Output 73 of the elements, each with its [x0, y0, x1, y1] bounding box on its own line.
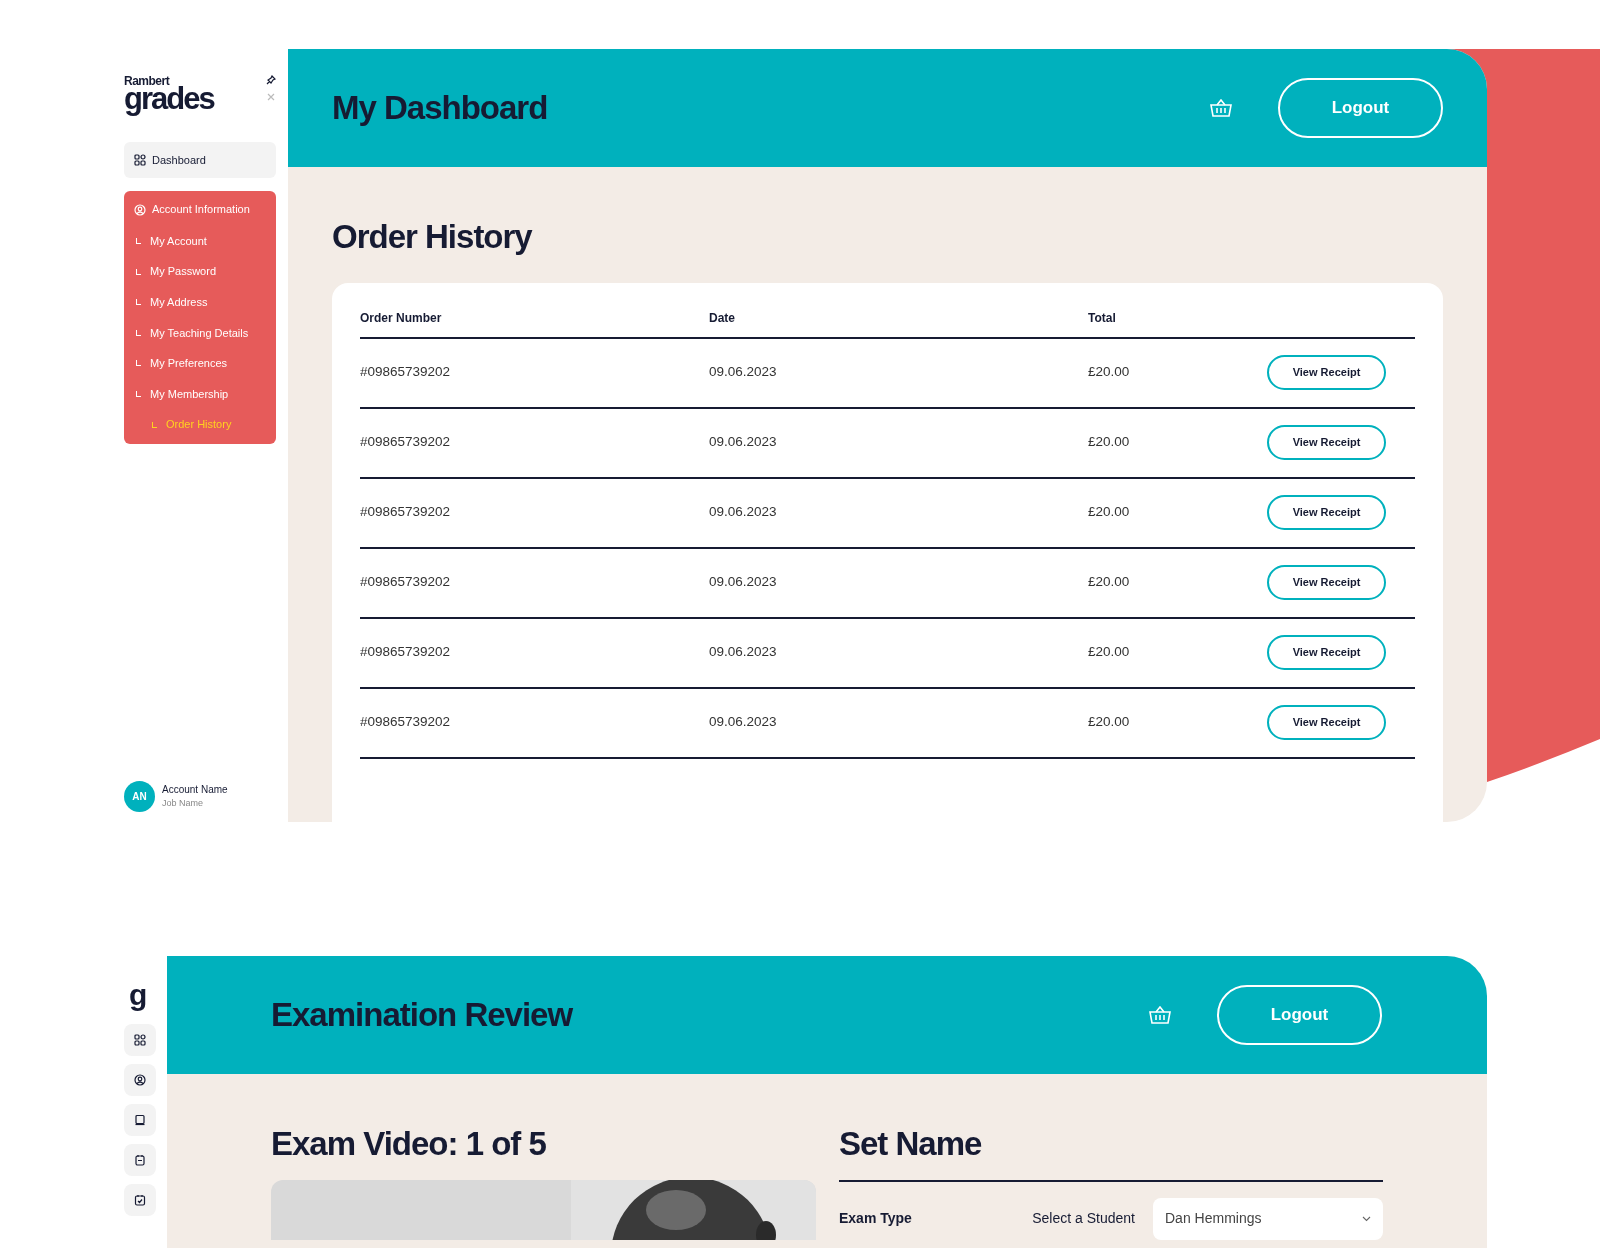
table-cell: £20.00	[1088, 478, 1267, 549]
view-receipt-button[interactable]: View Receipt	[1267, 355, 1386, 391]
table-cell: 09.06.2023	[709, 688, 1088, 759]
basket-icon[interactable]	[1148, 1004, 1172, 1026]
nav-item[interactable]: Dashboard	[124, 141, 276, 179]
section-title: Order History	[332, 217, 534, 257]
table-cell: £20.00	[1088, 408, 1267, 479]
view-receipt-button[interactable]: View Receipt	[1267, 495, 1386, 531]
calendar-check-icon	[134, 1194, 146, 1206]
nav-subitem[interactable]: My Account	[134, 225, 266, 257]
student-select[interactable]: Dan Hemmings	[1153, 1197, 1383, 1240]
rail-button[interactable]	[124, 1024, 156, 1056]
table-cell: 09.06.2023	[709, 478, 1088, 549]
pin-icon[interactable]	[266, 75, 276, 85]
view-receipt-button[interactable]: View Receipt	[1267, 565, 1386, 601]
rail-button[interactable]	[124, 1184, 156, 1216]
branch-icon	[136, 268, 141, 275]
user-icon	[134, 203, 146, 216]
nav-subitem[interactable]: My Password	[134, 256, 266, 287]
basket-icon[interactable]	[1209, 97, 1233, 119]
nav-item[interactable]: Account Information	[134, 201, 266, 218]
set-name: Set Name	[839, 1124, 1383, 1182]
column-header: Total	[1088, 308, 1267, 339]
branch-icon	[152, 421, 157, 428]
grid-icon	[134, 154, 146, 167]
table-cell: 09.06.2023	[709, 338, 1088, 409]
account-name: Account Name	[162, 783, 228, 798]
chevron-down-icon	[1362, 1215, 1371, 1222]
table-cell: 09.06.2023	[709, 618, 1088, 689]
job-name: Job Name	[162, 797, 205, 811]
nav-subitem[interactable]: Order History	[134, 409, 266, 440]
branch-icon	[136, 238, 141, 245]
table-cell: #09865739202	[360, 408, 709, 479]
column-header: Order Number	[360, 308, 709, 339]
page-title: My Dashboard	[332, 88, 548, 128]
table-cell: £20.00	[1088, 338, 1267, 409]
view-receipt-button[interactable]: View Receipt	[1267, 635, 1386, 671]
tablet-icon	[134, 1114, 146, 1126]
table-cell: #09865739202	[360, 688, 709, 759]
table-cell: #09865739202	[360, 338, 709, 409]
table-cell: #09865739202	[360, 548, 709, 619]
nav-subitem[interactable]: My Teaching Details	[134, 317, 266, 349]
page-title: Examination Review	[271, 995, 573, 1035]
table-cell: 09.06.2023	[709, 408, 1088, 479]
user-icon	[134, 1074, 146, 1086]
nav-subitem[interactable]: My Membership	[134, 378, 266, 410]
nav-subitem[interactable]: My Preferences	[134, 348, 266, 379]
rail-button[interactable]	[124, 1104, 156, 1136]
rail-button[interactable]	[124, 1064, 156, 1096]
branch-icon	[136, 329, 141, 336]
column-header: Date	[709, 308, 1088, 339]
table-cell: £20.00	[1088, 618, 1267, 689]
logout-button[interactable]: Logout	[1278, 78, 1443, 138]
field-label: Select a Student	[1032, 1209, 1135, 1229]
table-cell: 09.06.2023	[709, 548, 1088, 619]
field-label: Exam Type	[839, 1209, 912, 1229]
table-cell: £20.00	[1088, 688, 1267, 759]
branch-icon	[136, 360, 141, 367]
calendar-icon	[134, 1154, 146, 1166]
nav-subitem[interactable]: My Address	[134, 287, 266, 318]
video-title: Exam Video: 1 of 5	[271, 1124, 547, 1164]
logo-text: Rambert	[124, 75, 170, 87]
view-receipt-button[interactable]: View Receipt	[1267, 705, 1386, 741]
avatar: AN	[124, 781, 155, 812]
logout-button[interactable]: Logout	[1217, 985, 1382, 1045]
logo-text: g	[129, 980, 148, 1010]
branch-icon	[136, 391, 141, 398]
grid-icon	[134, 1034, 146, 1046]
branch-icon	[136, 299, 141, 306]
table-cell: #09865739202	[360, 478, 709, 549]
table-cell: #09865739202	[360, 618, 709, 689]
view-receipt-button[interactable]: View Receipt	[1267, 425, 1386, 461]
table-cell: £20.00	[1088, 548, 1267, 619]
